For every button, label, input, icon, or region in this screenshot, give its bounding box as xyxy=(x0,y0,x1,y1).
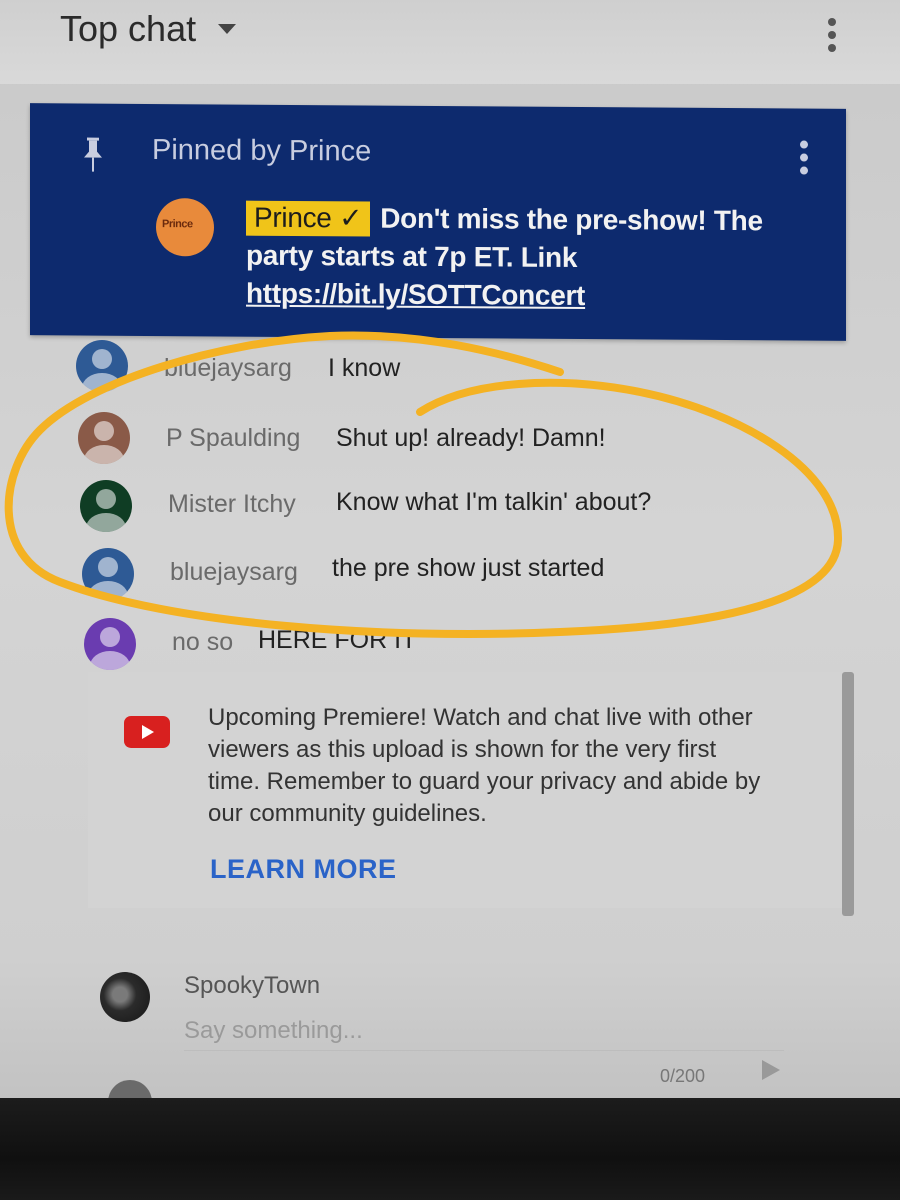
pinned-message-banner: Pinned by Prince Prince Prince ✓ Don't mi… xyxy=(30,103,846,341)
avatar[interactable] xyxy=(84,618,136,670)
chevron-down-icon[interactable] xyxy=(218,24,236,34)
verified-check-icon: ✓ xyxy=(339,202,363,234)
chat-message-row: P Spaulding Shut up! already! Damn! xyxy=(0,410,860,470)
chat-message-row: bluejaysarg I know xyxy=(0,340,860,400)
chat-message-input[interactable] xyxy=(184,1012,784,1051)
premiere-notice-text: Upcoming Premiere! Watch and chat live w… xyxy=(208,704,761,827)
chat-scrollbar[interactable] xyxy=(842,672,854,916)
avatar-logo: Prince xyxy=(162,218,193,231)
chat-message-row: no so HERE FOR IT xyxy=(0,614,860,674)
avatar xyxy=(100,972,150,1022)
avatar[interactable] xyxy=(76,340,128,392)
chat-message-text: HERE FOR IT xyxy=(258,626,417,654)
character-count: 0/200 xyxy=(660,1066,706,1086)
chat-message-row: Mister Itchy Know what I'm talkin' about… xyxy=(0,478,860,538)
composer-username: SpookyTown xyxy=(184,972,321,999)
pinned-author: Prince xyxy=(254,201,332,234)
avatar[interactable] xyxy=(80,480,132,532)
chat-header: Top chat xyxy=(0,0,900,84)
chat-author[interactable]: no so xyxy=(172,628,233,657)
pinned-message-link[interactable]: https://bit.ly/SOTTConcert xyxy=(246,278,585,311)
chat-author[interactable]: bluejaysarg xyxy=(170,558,298,587)
learn-more-link[interactable]: LEARN MORE xyxy=(210,854,397,885)
pinned-message-body: Prince ✓ Don't miss the pre-show! The par… xyxy=(246,199,776,317)
more-options-icon[interactable] xyxy=(828,18,838,57)
chat-message-row: bluejaysarg the pre show just started xyxy=(0,546,860,606)
youtube-play-icon xyxy=(124,716,170,748)
pin-icon xyxy=(84,137,102,172)
send-icon[interactable] xyxy=(762,1060,780,1080)
avatar[interactable]: Prince xyxy=(156,198,214,257)
chat-message-text: Shut up! already! Damn! xyxy=(336,424,606,452)
chat-author[interactable]: bluejaysarg xyxy=(164,354,292,383)
chat-author[interactable]: P Spaulding xyxy=(166,424,300,453)
pinned-by-label: Pinned by Prince xyxy=(152,134,372,168)
avatar[interactable] xyxy=(78,412,130,464)
chat-mode-title[interactable]: Top chat xyxy=(60,8,196,50)
chat-message-text: I know xyxy=(328,354,401,382)
monitor-bezel xyxy=(0,1098,900,1200)
chat-author[interactable]: Mister Itchy xyxy=(168,490,296,519)
chat-message-text: Know what I'm talkin' about? xyxy=(336,488,652,516)
avatar[interactable] xyxy=(82,548,134,600)
premiere-info-card: Upcoming Premiere! Watch and chat live w… xyxy=(88,672,850,908)
owner-author-badge[interactable]: Prince ✓ xyxy=(246,200,371,237)
pinned-more-icon[interactable] xyxy=(800,140,810,180)
chat-message-text: the pre show just started xyxy=(332,554,605,582)
